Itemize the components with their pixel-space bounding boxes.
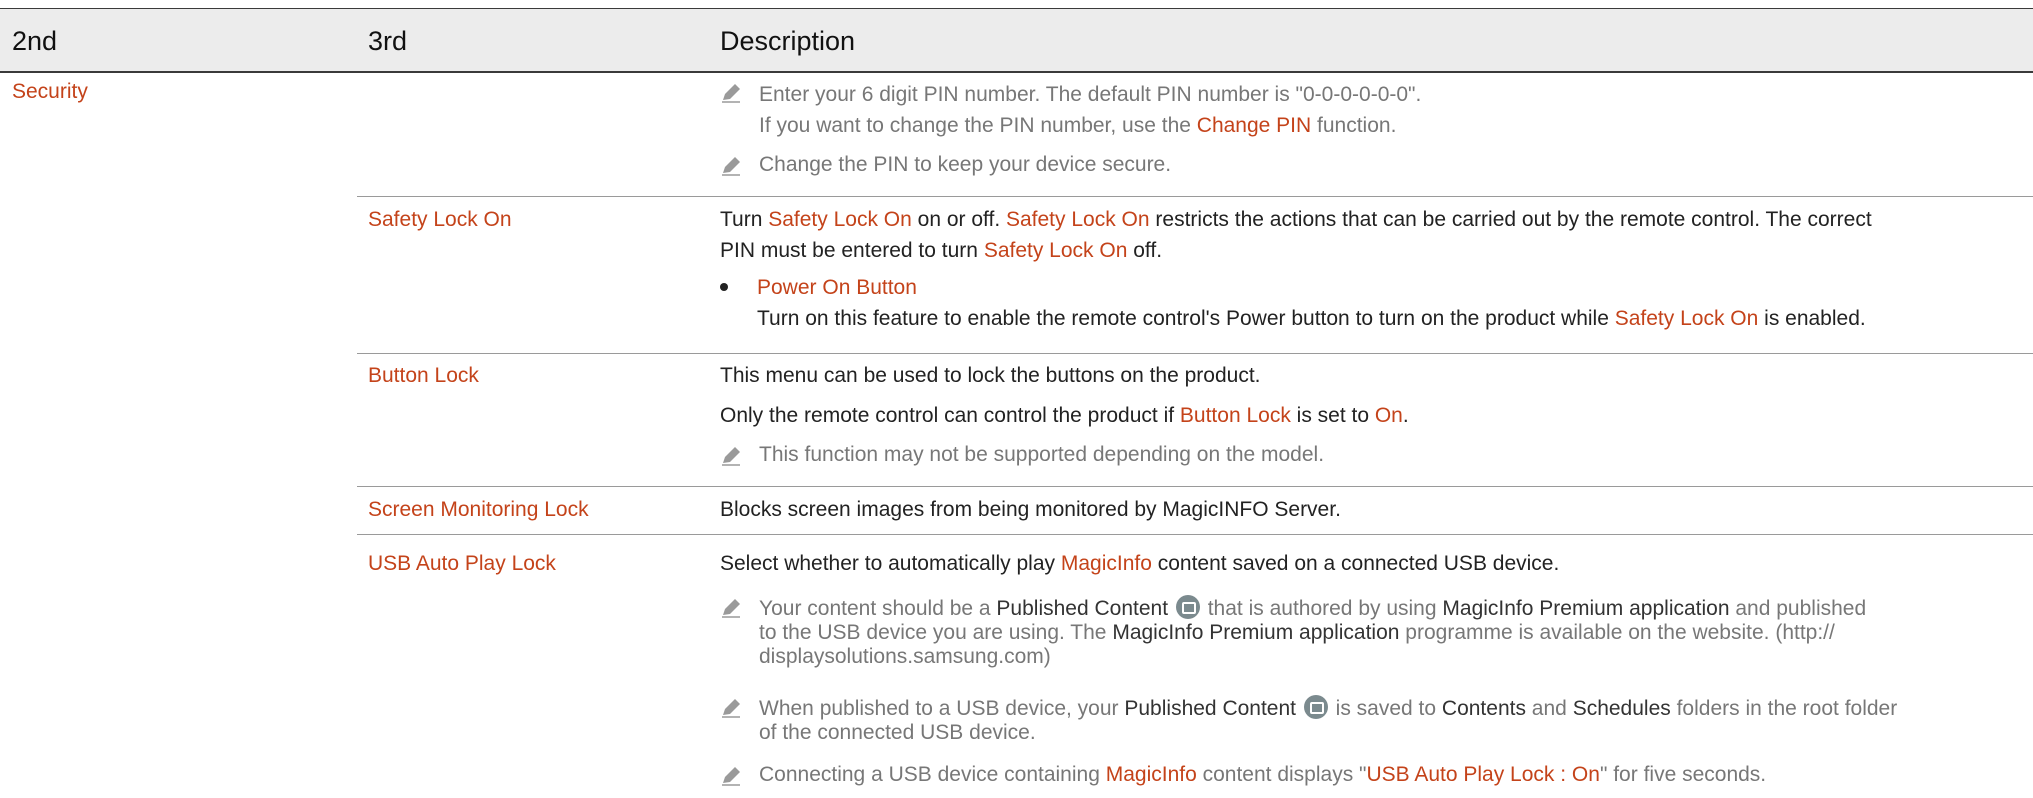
- pencil-note-icon: [722, 157, 740, 176]
- row-divider: [357, 486, 2033, 487]
- note-default-pin: Enter your 6 digit PIN number. The defau…: [759, 83, 1422, 106]
- header-description: Description: [720, 26, 856, 56]
- published-content-icon: [1303, 695, 1328, 719]
- usb-note-published-content: Your content should be a Published Conte…: [720, 595, 2005, 675]
- settings-table: 2nd 3rd Description Security Enter your …: [0, 0, 2033, 798]
- power-on-button-link[interactable]: Power On Button: [757, 276, 917, 299]
- usb-note-display: Connecting a USB device containing Magic…: [720, 763, 2005, 793]
- usb-auto-play-lock-label[interactable]: USB Auto Play Lock: [368, 548, 556, 579]
- pencil-note-icon: [722, 699, 740, 718]
- pencil-note-icon: [722, 599, 740, 618]
- header-bottom-border: [0, 71, 2033, 73]
- bullet-dot: [720, 283, 728, 291]
- published-content-icon: [1175, 595, 1200, 619]
- button-lock-desc1: This menu can be used to lock the button…: [720, 364, 1261, 387]
- row-divider: [357, 196, 2033, 197]
- header-3rd: 3rd: [368, 26, 408, 56]
- button-lock-note: This function may not be supported depen…: [720, 443, 2005, 473]
- button-lock-label[interactable]: Button Lock: [368, 360, 479, 391]
- screen-monitoring-desc: Blocks screen images from being monitore…: [720, 498, 1341, 521]
- change-pin-link[interactable]: Change PIN: [1197, 114, 1311, 137]
- safety-lock-on-label[interactable]: Safety Lock On: [368, 204, 512, 235]
- pencil-note-icon: [722, 447, 740, 466]
- section-security[interactable]: Security: [12, 76, 88, 107]
- header-2nd: 2nd: [12, 26, 58, 56]
- screen-monitoring-lock-label[interactable]: Screen Monitoring Lock: [368, 494, 589, 525]
- usb-note-folders: When published to a USB device, your Pub…: [720, 695, 2005, 747]
- row-divider: [357, 534, 2033, 535]
- safety-lock-description: Turn Safety Lock On on or off. Safety Lo…: [720, 208, 1872, 262]
- row-divider: [357, 353, 2033, 354]
- usb-lock-desc: Select whether to automatically play Mag…: [720, 552, 1560, 575]
- table-header: 2nd 3rd Description: [0, 9, 2033, 71]
- button-lock-desc2: Only the remote control can control the …: [720, 404, 1409, 427]
- security-note-secure: Change the PIN to keep your device secur…: [720, 153, 2005, 183]
- power-on-button-item: Power On Button Turn on this feature to …: [757, 276, 1866, 330]
- security-note-pin: Enter your 6 digit PIN number. The defau…: [720, 80, 2005, 140]
- pencil-note-icon: [722, 767, 740, 786]
- pencil-note-icon: [722, 84, 740, 103]
